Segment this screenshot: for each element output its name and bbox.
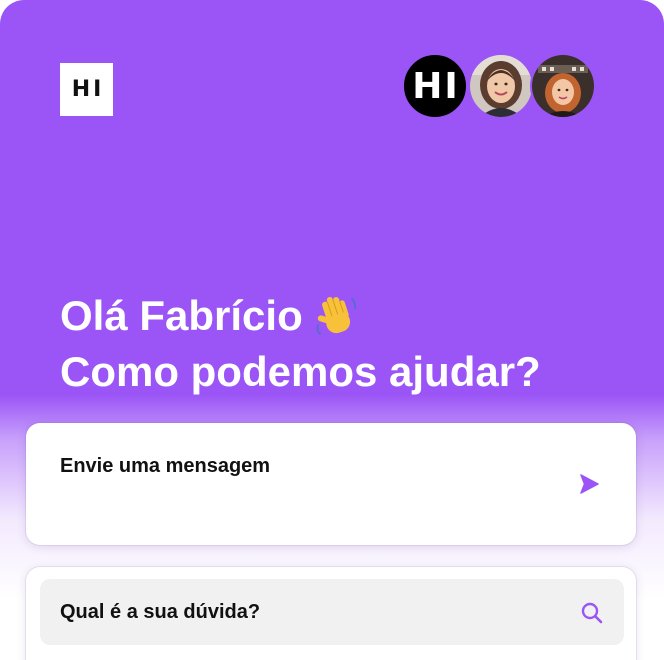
brand-logo: HI xyxy=(60,63,113,116)
avatar-photo-1 xyxy=(470,55,532,117)
send-message-card[interactable]: Envie uma mensagem xyxy=(26,423,636,545)
greeting-line-2: Como podemos ajudar? xyxy=(60,344,541,400)
avatar-photo-2 xyxy=(532,55,594,117)
avatar-team-member-2 xyxy=(530,53,596,119)
greeting-title: Olá Fabrício xyxy=(60,292,303,339)
brand-logo-text: HI xyxy=(71,77,105,102)
avatar-brand: HI xyxy=(402,53,468,119)
greeting-subtitle: Como podemos ajudar? xyxy=(60,348,541,395)
search-box[interactable] xyxy=(40,579,624,645)
avatar-brand-text: HI xyxy=(412,65,460,107)
avatar-team-member-1 xyxy=(468,53,534,119)
search-input[interactable] xyxy=(60,579,540,645)
waving-hand-icon xyxy=(313,293,359,339)
greeting: Olá Fabrício Como podemos ajudar? xyxy=(60,288,541,400)
team-avatars: HI xyxy=(402,53,598,119)
search-icon[interactable] xyxy=(580,601,604,625)
greeting-line-1: Olá Fabrício xyxy=(60,288,541,344)
send-message-label: Envie uma mensagem xyxy=(60,455,271,477)
messenger-widget: HI HI Olá Fabrício Como podemos ajudar? … xyxy=(0,0,664,660)
send-icon[interactable] xyxy=(578,473,600,495)
search-card xyxy=(26,567,636,660)
